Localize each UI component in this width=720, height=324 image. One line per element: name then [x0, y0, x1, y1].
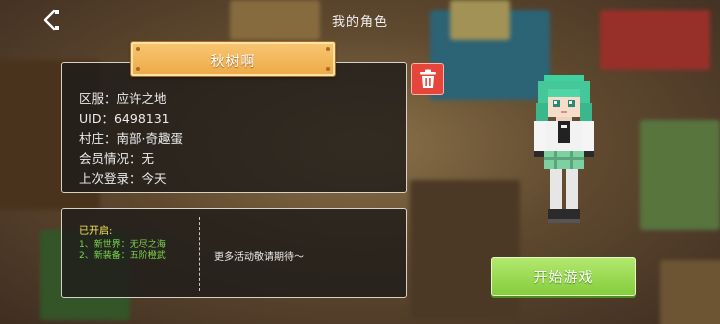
page-title: 我的角色: [331, 15, 388, 30]
character-name-banner: 秋树啊: [131, 42, 335, 76]
character-name: 秋树啊: [210, 54, 256, 70]
coming-soon-text: 更多活动敬请期待～: [214, 252, 304, 263]
unlocked-title: 已开启:: [79, 226, 113, 237]
panel-divider: [199, 217, 200, 291]
membership-info: 会员情况：无: [79, 151, 155, 166]
character-avatar: [520, 73, 608, 233]
start-game-label: 开始游戏: [533, 269, 594, 286]
server-info: 区服：应许之地: [79, 91, 167, 106]
unlocked-item: 2、新装备：五阶橙武: [79, 251, 166, 261]
uid-info: UID：6498131: [79, 111, 170, 126]
trash-icon: [419, 69, 436, 88]
start-game-button[interactable]: 开始游戏: [491, 257, 636, 296]
character-info-list: 区服：应许之地 UID：6498131 村庄：南部·奇趣蛋 会员情况：无 上次登…: [79, 89, 183, 189]
village-info: 村庄：南部·奇趣蛋: [79, 131, 183, 146]
character-info-panel: 区服：应许之地 UID：6498131 村庄：南部·奇趣蛋 会员情况：无 上次登…: [61, 62, 407, 193]
unlocked-content-panel: 已开启: 1、新世界：无尽之海 2、新装备：五阶橙武 更多活动敬请期待～: [61, 208, 407, 298]
delete-character-button[interactable]: [411, 63, 444, 95]
last-login-info: 上次登录：今天: [79, 171, 167, 186]
